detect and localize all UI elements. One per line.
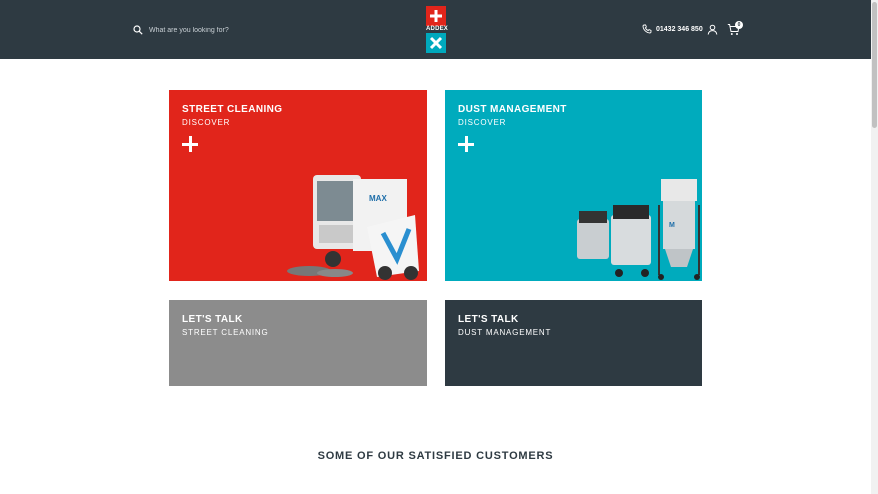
logo-wordmark: ADDEX (426, 26, 449, 32)
tile-street-cleaning[interactable]: STREET CLEANING DISCOVER MAX (169, 90, 427, 281)
tile-title: LET'S TALK (458, 314, 519, 325)
logo-cross-block (426, 33, 446, 53)
plus-icon (430, 10, 442, 22)
account-icon[interactable] (707, 24, 718, 35)
tile-subtitle: DISCOVER (182, 118, 231, 127)
tile-title: LET'S TALK (182, 314, 243, 325)
tile-lets-talk-dust-management[interactable]: LET'S TALK DUST MANAGEMENT (445, 300, 702, 386)
tile-title: STREET CLEANING (182, 104, 283, 115)
phone-link[interactable]: 01432 346 850 (642, 24, 703, 34)
tile-subtitle: DISCOVER (458, 118, 507, 127)
dust-extractor-image: M (577, 179, 700, 280)
site-logo[interactable]: ADDEX (426, 6, 449, 53)
street-sweeper-image: MAX (287, 175, 419, 280)
phone-icon (642, 24, 652, 34)
tile-dust-management[interactable]: DUST MANAGEMENT DISCOVER M (445, 90, 702, 281)
plus-icon (458, 136, 474, 152)
svg-text:MAX: MAX (369, 194, 387, 203)
cart-count-badge: 0 (735, 21, 743, 29)
tile-title: DUST MANAGEMENT (458, 104, 567, 115)
cross-icon (429, 36, 443, 50)
section-heading-customers: SOME OF OUR SATISFIED CUSTOMERS (317, 450, 554, 462)
search-bar[interactable] (133, 22, 299, 38)
tile-lets-talk-street-cleaning[interactable]: LET'S TALK STREET CLEANING (169, 300, 427, 386)
site-header: ADDEX 01432 346 850 0 (0, 0, 871, 59)
tile-subtitle: DUST MANAGEMENT (458, 328, 552, 337)
search-input[interactable] (149, 26, 299, 34)
plus-icon (182, 136, 198, 152)
page-scrollbar[interactable] (871, 0, 878, 494)
search-icon (133, 25, 143, 35)
logo-plus-block (426, 6, 446, 26)
svg-text:M: M (669, 222, 675, 229)
scrollbar-thumb[interactable] (872, 2, 877, 128)
phone-number: 01432 346 850 (656, 25, 703, 33)
tile-subtitle: STREET CLEANING (182, 328, 269, 337)
